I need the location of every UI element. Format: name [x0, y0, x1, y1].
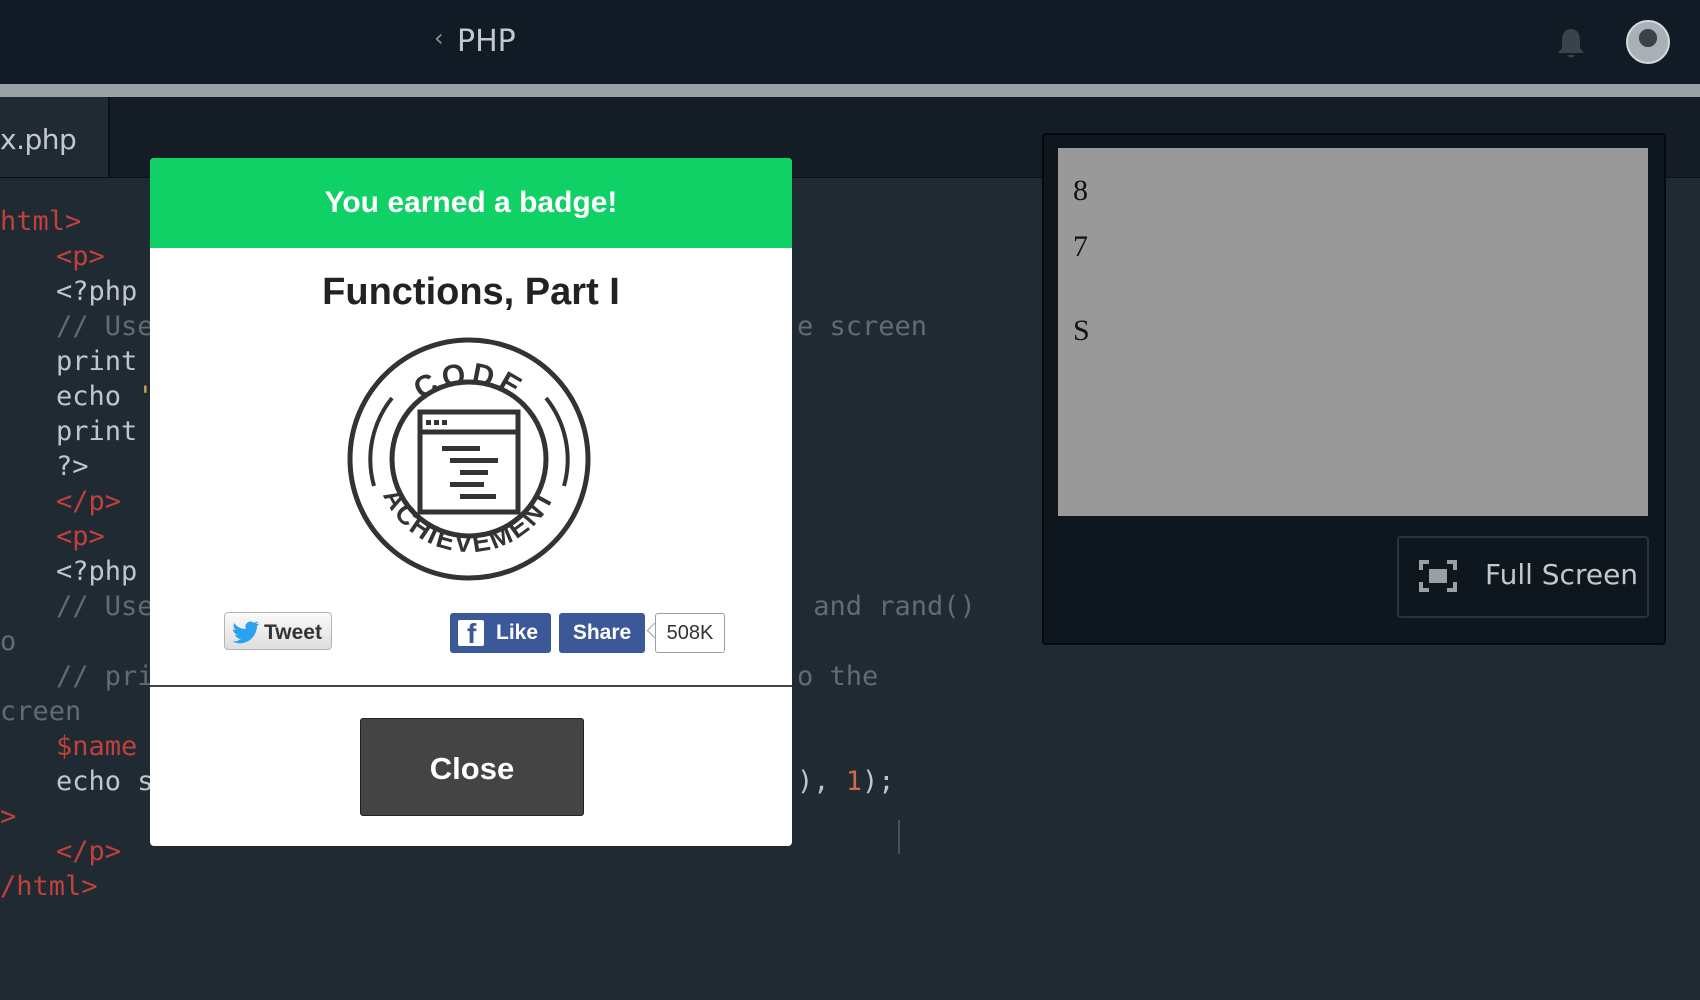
fullscreen-icon [1419, 560, 1457, 592]
code-line: </p> [56, 486, 122, 517]
share-label: Share [572, 621, 632, 644]
file-tab-label: x.php [0, 123, 77, 156]
output-line: 8 [1073, 174, 1088, 207]
full-screen-button[interactable]: Full Screen [1397, 536, 1649, 618]
code-line: e screen [797, 311, 928, 342]
modal-header-text: You earned a badge! [324, 186, 618, 219]
code-line: o the [797, 661, 879, 692]
modal-divider [150, 685, 792, 687]
svg-text:CODE: CODE [408, 357, 530, 406]
code-line: /html> [0, 871, 98, 902]
code-line: </p> [56, 836, 122, 867]
tweet-button[interactable]: Tweet [224, 612, 332, 650]
badge-title: Functions, Part I [322, 271, 620, 313]
twitter-bird-icon [232, 621, 260, 644]
code-line: <p> [56, 521, 105, 552]
share-count-bubble: 508K [655, 613, 725, 653]
badge-modal: You earned a badge! Functions, Part I CO… [150, 158, 792, 846]
preview-output [1058, 148, 1648, 516]
facebook-logo-icon: f [458, 618, 484, 649]
course-title[interactable]: PHP [457, 24, 516, 59]
code-line: // Use [56, 591, 154, 622]
code-line: and rand() [797, 591, 976, 622]
code-line: print [56, 416, 138, 447]
code-line: // pri [56, 661, 154, 692]
code-line: creen [0, 696, 82, 727]
tweet-label: Tweet [264, 621, 322, 644]
back-chevron-icon[interactable]: ‹ [434, 24, 444, 52]
code-line: // Use [56, 311, 154, 342]
modal-header: You earned a badge! [150, 158, 792, 248]
facebook-share-button[interactable]: Share [559, 613, 645, 653]
close-label: Close [429, 751, 515, 786]
code-line: <p> [56, 241, 105, 272]
code-line: echo ' [56, 381, 154, 412]
file-tab[interactable]: x.php [0, 97, 110, 177]
avatar[interactable] [1626, 20, 1670, 64]
code-line: ), 1); [797, 766, 895, 797]
code-line: o [0, 626, 17, 657]
output-line: 7 [1073, 230, 1088, 263]
code-line: $name [56, 731, 138, 762]
share-count: 508K [666, 622, 714, 644]
code-line: echo s [56, 766, 154, 797]
top-bar: ‹ PHP [0, 0, 1700, 84]
text-cursor [898, 820, 900, 854]
code-achievement-badge-icon: CODE ACHIEVEMENT [347, 337, 591, 581]
code-line: ?> [56, 451, 89, 482]
facebook-like-button[interactable]: f Like [450, 613, 551, 653]
code-line: <?php [56, 556, 138, 587]
output-line: S [1073, 314, 1090, 347]
close-button[interactable]: Close [360, 718, 584, 816]
bell-icon[interactable] [1556, 26, 1586, 60]
code-line: > [0, 801, 17, 832]
code-line: <?php [56, 276, 138, 307]
like-label: Like [496, 621, 539, 644]
full-screen-label: Full Screen [1485, 558, 1639, 591]
code-line: print [56, 346, 138, 377]
code-line: html> [0, 206, 82, 237]
progress-bar [0, 84, 1700, 97]
